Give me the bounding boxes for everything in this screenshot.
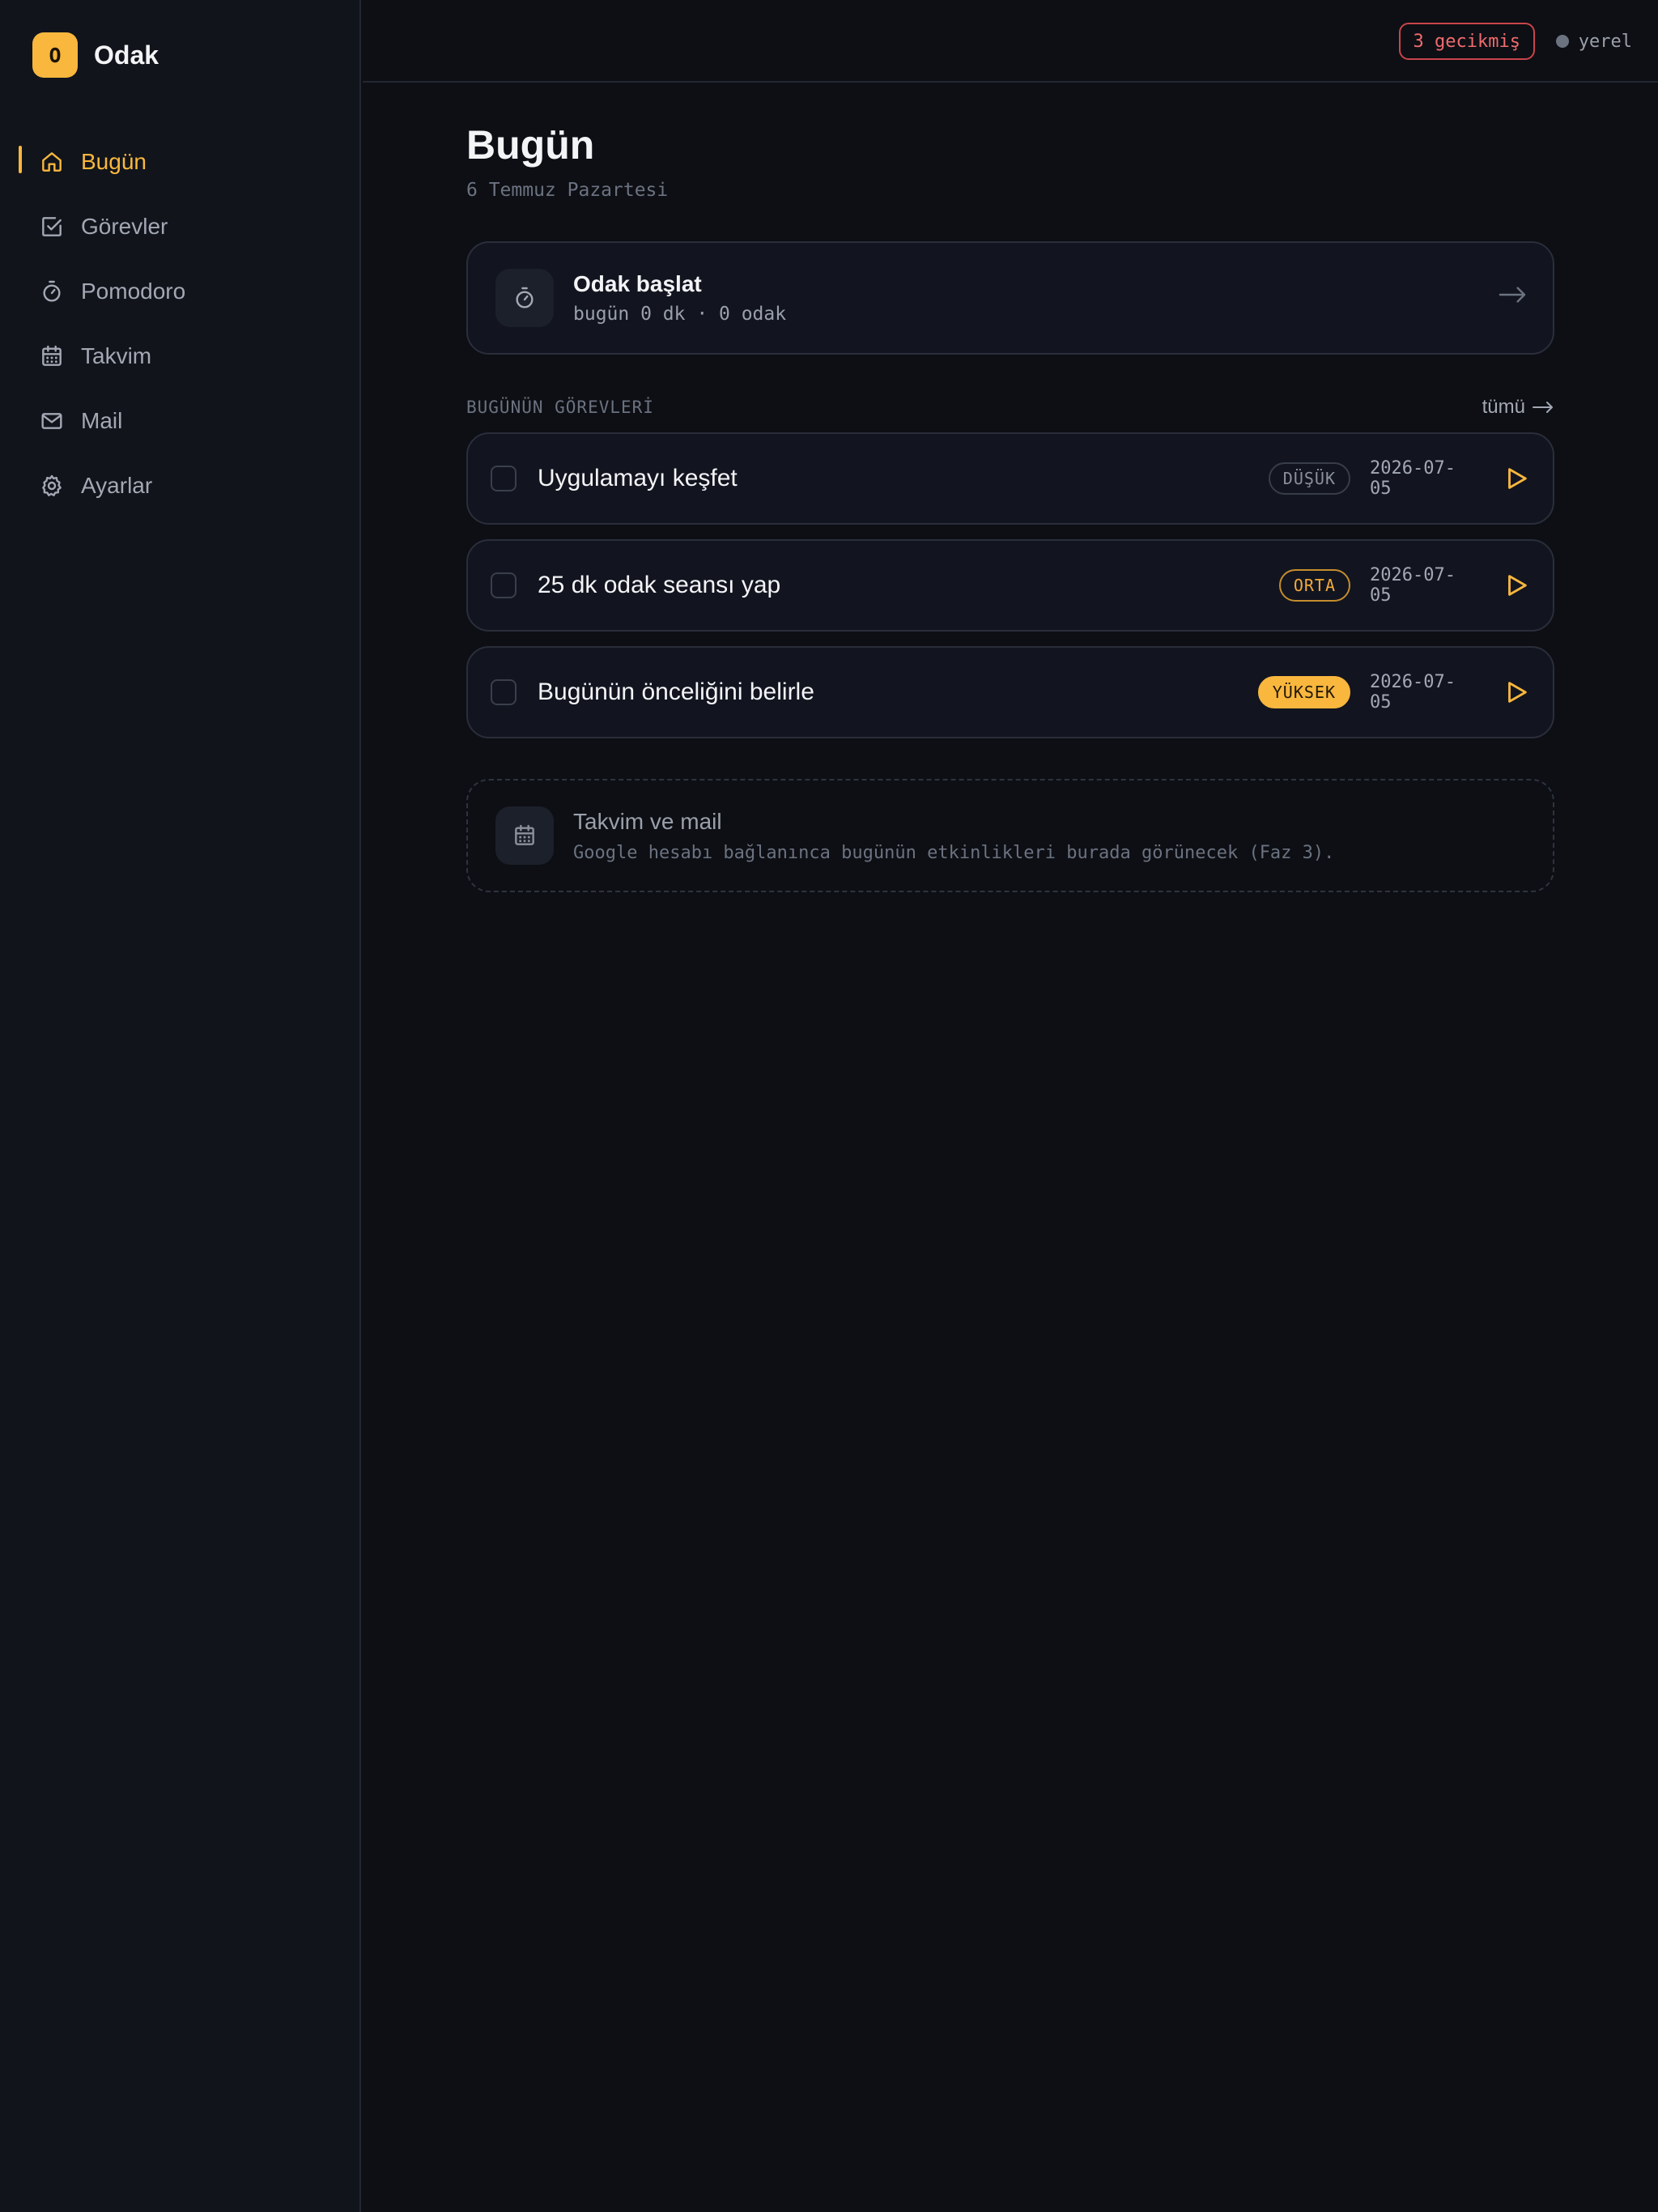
see-all-label: tümü: [1482, 396, 1525, 418]
arrow-right-icon: [1499, 287, 1526, 303]
calendar-icon: [39, 343, 65, 369]
sync-status-label: yerel: [1578, 31, 1632, 52]
page-title: Bugün: [466, 122, 595, 168]
sidebar-item-label: Mail: [81, 408, 123, 433]
sidebar-item-takvim[interactable]: Takvim: [0, 324, 361, 389]
tasks-section-title: BUGÜNÜN GÖREVLERİ: [466, 398, 654, 417]
task-checkbox[interactable]: [491, 466, 517, 491]
home-icon: [39, 149, 65, 175]
checkbox-icon: [39, 214, 65, 240]
focus-title: Odak başlat: [573, 271, 702, 296]
sidebar-item-label: Görevler: [81, 214, 168, 239]
calendar-icon-box: [495, 806, 554, 865]
focus-stats: bugün 0 dk · 0 odak: [573, 304, 787, 325]
calendar-mail-placeholder: Takvim ve mail Google hesabı bağlanınca …: [466, 779, 1554, 892]
task-title: Uygulamayı keşfet: [538, 465, 738, 491]
sidebar-item-bugun[interactable]: Bugün: [0, 130, 361, 194]
sidebar: O Odak Bugün Görevler Pomodoro Takvim Ma…: [0, 0, 361, 2212]
priority-badge: YÜKSEK: [1257, 676, 1350, 708]
task-row[interactable]: Uygulamayı keşfet DÜŞÜK 2026-07-05: [466, 432, 1554, 525]
task-date: 2026-07-05: [1370, 565, 1456, 606]
task-meta: YÜKSEK 2026-07-05: [1257, 648, 1530, 737]
timer-icon: [39, 279, 65, 304]
overdue-badge[interactable]: 3 gecikmiş: [1398, 23, 1535, 60]
calendar-text: Takvim ve mail Google hesabı bağlanınca …: [573, 809, 1334, 863]
sidebar-item-pomodoro[interactable]: Pomodoro: [0, 259, 361, 324]
task-meta: ORTA 2026-07-05: [1278, 541, 1530, 630]
sidebar-item-label: Takvim: [81, 343, 152, 368]
task-checkbox[interactable]: [491, 679, 517, 705]
sync-status: yerel: [1555, 23, 1632, 60]
focus-icon-box: [495, 269, 554, 327]
see-all-link[interactable]: tümü: [1482, 396, 1554, 419]
task-meta: DÜŞÜK 2026-07-05: [1268, 434, 1530, 523]
task-row[interactable]: Bugünün önceliğini belirle YÜKSEK 2026-0…: [466, 646, 1554, 738]
task-checkbox[interactable]: [491, 572, 517, 598]
start-focus-card[interactable]: Odak başlat bugün 0 dk · 0 odak: [466, 241, 1554, 355]
task-title: 25 dk odak seansı yap: [538, 572, 781, 598]
task-list: Uygulamayı keşfet DÜŞÜK 2026-07-05 25 dk…: [466, 432, 1554, 753]
main-content: Bugün 6 Temmuz Pazartesi Odak başlat bug…: [466, 121, 1554, 892]
arrow-right-icon: [1533, 402, 1553, 413]
timer-icon: [516, 287, 534, 308]
priority-badge: ORTA: [1278, 569, 1350, 602]
status-dot-icon: [1555, 35, 1569, 48]
calendar-subtitle: Google hesabı bağlanınca bugünün etkinli…: [573, 842, 1335, 863]
sidebar-item-gorevler[interactable]: Görevler: [0, 194, 361, 259]
gear-icon: [39, 473, 65, 499]
topbar: 3 gecikmiş yerel: [363, 0, 1658, 83]
brand-name: Odak: [94, 40, 159, 70]
sidebar-item-label: Ayarlar: [81, 473, 153, 498]
task-row[interactable]: 25 dk odak seansı yap ORTA 2026-07-05: [466, 539, 1554, 632]
sidebar-item-mail[interactable]: Mail: [0, 389, 361, 453]
sidebar-item-label: Pomodoro: [81, 279, 186, 304]
play-icon[interactable]: [1503, 465, 1530, 492]
page-date: 6 Temmuz Pazartesi: [466, 180, 669, 201]
task-date: 2026-07-05: [1370, 672, 1456, 713]
priority-badge: DÜŞÜK: [1268, 462, 1350, 495]
play-icon[interactable]: [1503, 572, 1530, 599]
calendar-title: Takvim ve mail: [573, 808, 722, 834]
task-date: 2026-07-05: [1370, 458, 1456, 499]
mail-icon: [39, 408, 65, 434]
sidebar-nav: Bugün Görevler Pomodoro Takvim Mail Ayar…: [0, 130, 361, 518]
sidebar-item-ayarlar[interactable]: Ayarlar: [0, 453, 361, 518]
brand-logo: O: [32, 32, 78, 78]
tasks-section-header: BUGÜNÜN GÖREVLERİ tümü: [466, 395, 1554, 419]
brand[interactable]: O Odak: [32, 32, 159, 78]
calendar-icon: [515, 824, 534, 845]
play-icon[interactable]: [1503, 678, 1530, 706]
task-title: Bugünün önceliğini belirle: [538, 678, 814, 705]
sidebar-item-label: Bugün: [81, 149, 147, 174]
focus-text: Odak başlat bugün 0 dk · 0 odak: [573, 271, 786, 325]
